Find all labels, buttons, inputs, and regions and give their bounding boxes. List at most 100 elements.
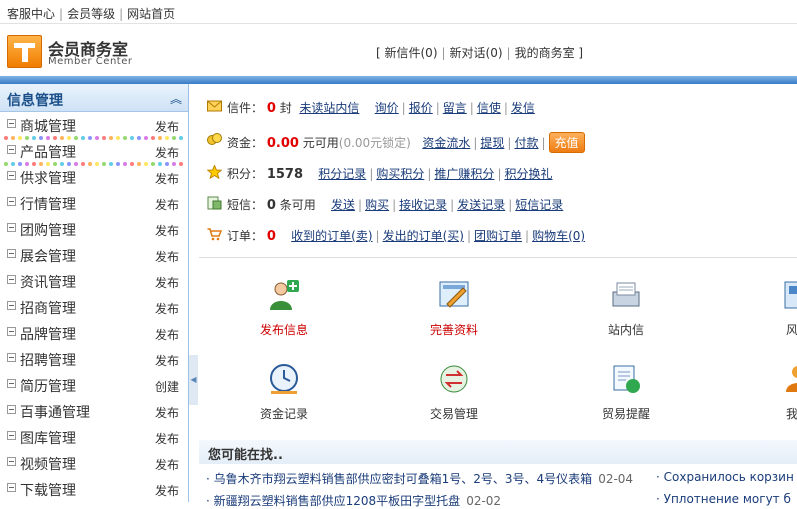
sms-buy-link[interactable]: 购买 <box>365 198 389 212</box>
news-text[interactable]: Уплотнение могут б <box>664 492 791 506</box>
sidebar-item-recruit[interactable]: 招聘管理 发布 <box>0 346 188 372</box>
news-text[interactable]: 新疆翔云塑料销售部供应1208平板田字型托盘 <box>214 494 461 508</box>
collapse-box-icon <box>7 483 16 492</box>
sidebar-item-groupbuy[interactable]: 团购管理 发布 <box>0 216 188 242</box>
inquiry-link[interactable]: 询价 <box>375 101 399 115</box>
buy-points-link[interactable]: 购买积分 <box>376 167 424 181</box>
sidebar-item-mall[interactable]: 商城管理 发布 <box>0 112 188 138</box>
style-icon <box>784 281 797 309</box>
points-gift-link[interactable]: 积分换礼 <box>504 167 552 181</box>
sidebar-item-baishitong[interactable]: 百事通管理 发布 <box>0 398 188 424</box>
sidebar-item-expo[interactable]: 展会管理 发布 <box>0 242 188 268</box>
sms-sent-link[interactable]: 发送记录 <box>457 198 505 212</box>
sidebar-item-resume[interactable]: 简历管理 创建 <box>0 372 188 398</box>
funds-flow-link[interactable]: 资金流水 <box>422 136 470 150</box>
sidebar-item-action[interactable]: 发布 <box>155 248 179 265</box>
funds-label: 资金： <box>227 136 264 150</box>
news-item-right[interactable]: · Сохранилось корзин <box>656 470 794 484</box>
sidebar-item-action[interactable]: 发布 <box>155 430 179 447</box>
star-icon <box>207 165 222 179</box>
sidebar-item-action[interactable]: 发布 <box>155 274 179 291</box>
sidebar-item-action[interactable]: 创建 <box>155 378 179 395</box>
sidebar-header: 信息管理 ︽ <box>0 84 188 112</box>
shortcut-reminder[interactable]: 贸易提醒 <box>576 362 676 422</box>
sidebar-item-news[interactable]: 资讯管理 发布 <box>0 268 188 294</box>
group-orders-link[interactable]: 团购订单 <box>474 229 522 243</box>
my-office-link[interactable]: 我的商务室 <box>515 46 575 60</box>
news-item[interactable]: · 新疆翔云塑料销售部供应1208平板田字型托盘 02-02 <box>206 492 501 509</box>
sidebar-toggle-icon[interactable]: ◀ <box>189 355 198 405</box>
cart-icon <box>207 228 222 241</box>
withdraw-link[interactable]: 提现 <box>480 136 504 150</box>
sidebar-item-download[interactable]: 下载管理 发布 <box>0 476 188 502</box>
nav-bar <box>0 76 797 84</box>
sidebar-item-supply[interactable]: 供求管理 发布 <box>0 164 188 190</box>
collapse-box-icon <box>7 145 16 154</box>
messenger-link[interactable]: 信使 <box>477 101 501 115</box>
points-record-link[interactable]: 积分记录 <box>318 167 366 181</box>
quote-link[interactable]: 报价 <box>409 101 433 115</box>
received-orders-link[interactable]: 收到的订单(卖) <box>291 229 372 243</box>
funds-amount: 0.00 <box>266 136 299 151</box>
new-chat-link[interactable]: 新对话(0) <box>450 46 503 60</box>
sidebar-item-action[interactable]: 发布 <box>155 326 179 343</box>
shortcut-profile[interactable]: 完善资料 <box>404 278 504 338</box>
sidebar-item-action[interactable]: 发布 <box>155 144 179 161</box>
promote-points-link[interactable]: 推广赚积分 <box>434 167 494 181</box>
link-customer-service[interactable]: 客服中心 <box>7 7 55 21</box>
news-item[interactable]: · 乌鲁木齐市翔云塑料销售部供应密封可叠箱1号、2号、3号、4号仪表箱 02-04 <box>206 470 633 487</box>
unread-mail-link[interactable]: 未读站内信 <box>299 101 359 115</box>
sidebar-item-video[interactable]: 视频管理 发布 <box>0 450 188 476</box>
sidebar-item-label: 品牌管理 <box>20 327 76 343</box>
shortcut-style[interactable]: 风格 <box>748 278 797 338</box>
sidebar-item-label: 展会管理 <box>20 249 76 265</box>
sms-record-link[interactable]: 短信记录 <box>515 198 563 212</box>
points-amount: 1578 <box>266 167 304 182</box>
sidebar-item-brand[interactable]: 品牌管理 发布 <box>0 320 188 346</box>
news-text[interactable]: Сохранилось корзин <box>664 470 794 484</box>
news-text[interactable]: 乌鲁木齐市翔云塑料销售部供应密封可叠箱1号、2号、3号、4号仪表箱 <box>214 472 593 486</box>
shortcut-label: 站内信 <box>607 323 644 337</box>
reminder-icon <box>613 365 640 393</box>
link-site-home[interactable]: 网站首页 <box>127 7 175 21</box>
sms-send-link[interactable]: 发送 <box>331 198 355 212</box>
sidebar-item-action[interactable]: 发布 <box>155 352 179 369</box>
shortcut-inbox[interactable]: 站内信 <box>576 278 676 338</box>
shortcut-label: 交易管理 <box>429 407 478 421</box>
sidebar-item-action[interactable]: 发布 <box>155 222 179 239</box>
sms-received-link[interactable]: 接收记录 <box>399 198 447 212</box>
sidebar-item-action[interactable]: 发布 <box>155 456 179 473</box>
shopping-cart-link[interactable]: 购物车(0) <box>532 229 585 243</box>
message-link[interactable]: 留言 <box>443 101 467 115</box>
sidebar-item-action[interactable]: 发布 <box>155 404 179 421</box>
sidebar-item-gallery[interactable]: 图库管理 发布 <box>0 424 188 450</box>
news-item-right[interactable]: · Уплотнение могут б <box>656 492 791 506</box>
shortcut-label: 发布信息 <box>259 323 308 337</box>
sent-orders-link[interactable]: 发出的订单(买) <box>383 229 464 243</box>
new-mail-link[interactable]: 新信件(0) <box>385 46 438 60</box>
shortcut-mine[interactable]: 我的 <box>748 362 797 422</box>
sidebar-item-action[interactable]: 发布 <box>155 118 179 135</box>
sidebar-item-action[interactable]: 发布 <box>155 196 179 213</box>
pay-link[interactable]: 付款 <box>514 136 538 150</box>
sidebar-item-action[interactable]: 发布 <box>155 170 179 187</box>
sidebar-item-label: 商城管理 <box>20 119 76 135</box>
sidebar-item-label: 招聘管理 <box>20 353 76 369</box>
link-member-level[interactable]: 会员等级 <box>67 7 115 21</box>
shortcut-label: 贸易提醒 <box>601 407 650 421</box>
sidebar-item-invest[interactable]: 招商管理 发布 <box>0 294 188 320</box>
shortcut-funds-record[interactable]: 资金记录 <box>234 362 334 422</box>
sidebar-item-quote[interactable]: 行情管理 发布 <box>0 190 188 216</box>
collapse-icon[interactable]: ︽ <box>170 90 182 107</box>
shortcut-trade[interactable]: 交易管理 <box>404 362 504 422</box>
sms-count: 0 <box>266 198 276 213</box>
shortcut-publish[interactable]: 发布信息 <box>234 278 334 338</box>
funds-locked: (0.00元锁定) <box>338 136 411 150</box>
sidebar-item-action[interactable]: 发布 <box>155 482 179 499</box>
collapse-box-icon <box>7 457 16 466</box>
recharge-button[interactable]: 充值 <box>548 132 585 153</box>
send-mail-link[interactable]: 发信 <box>511 101 535 115</box>
sidebar-item-label: 招商管理 <box>20 301 76 317</box>
sidebar-item-action[interactable]: 发布 <box>155 300 179 317</box>
sidebar-item-product[interactable]: 产品管理 发布 <box>0 138 188 164</box>
